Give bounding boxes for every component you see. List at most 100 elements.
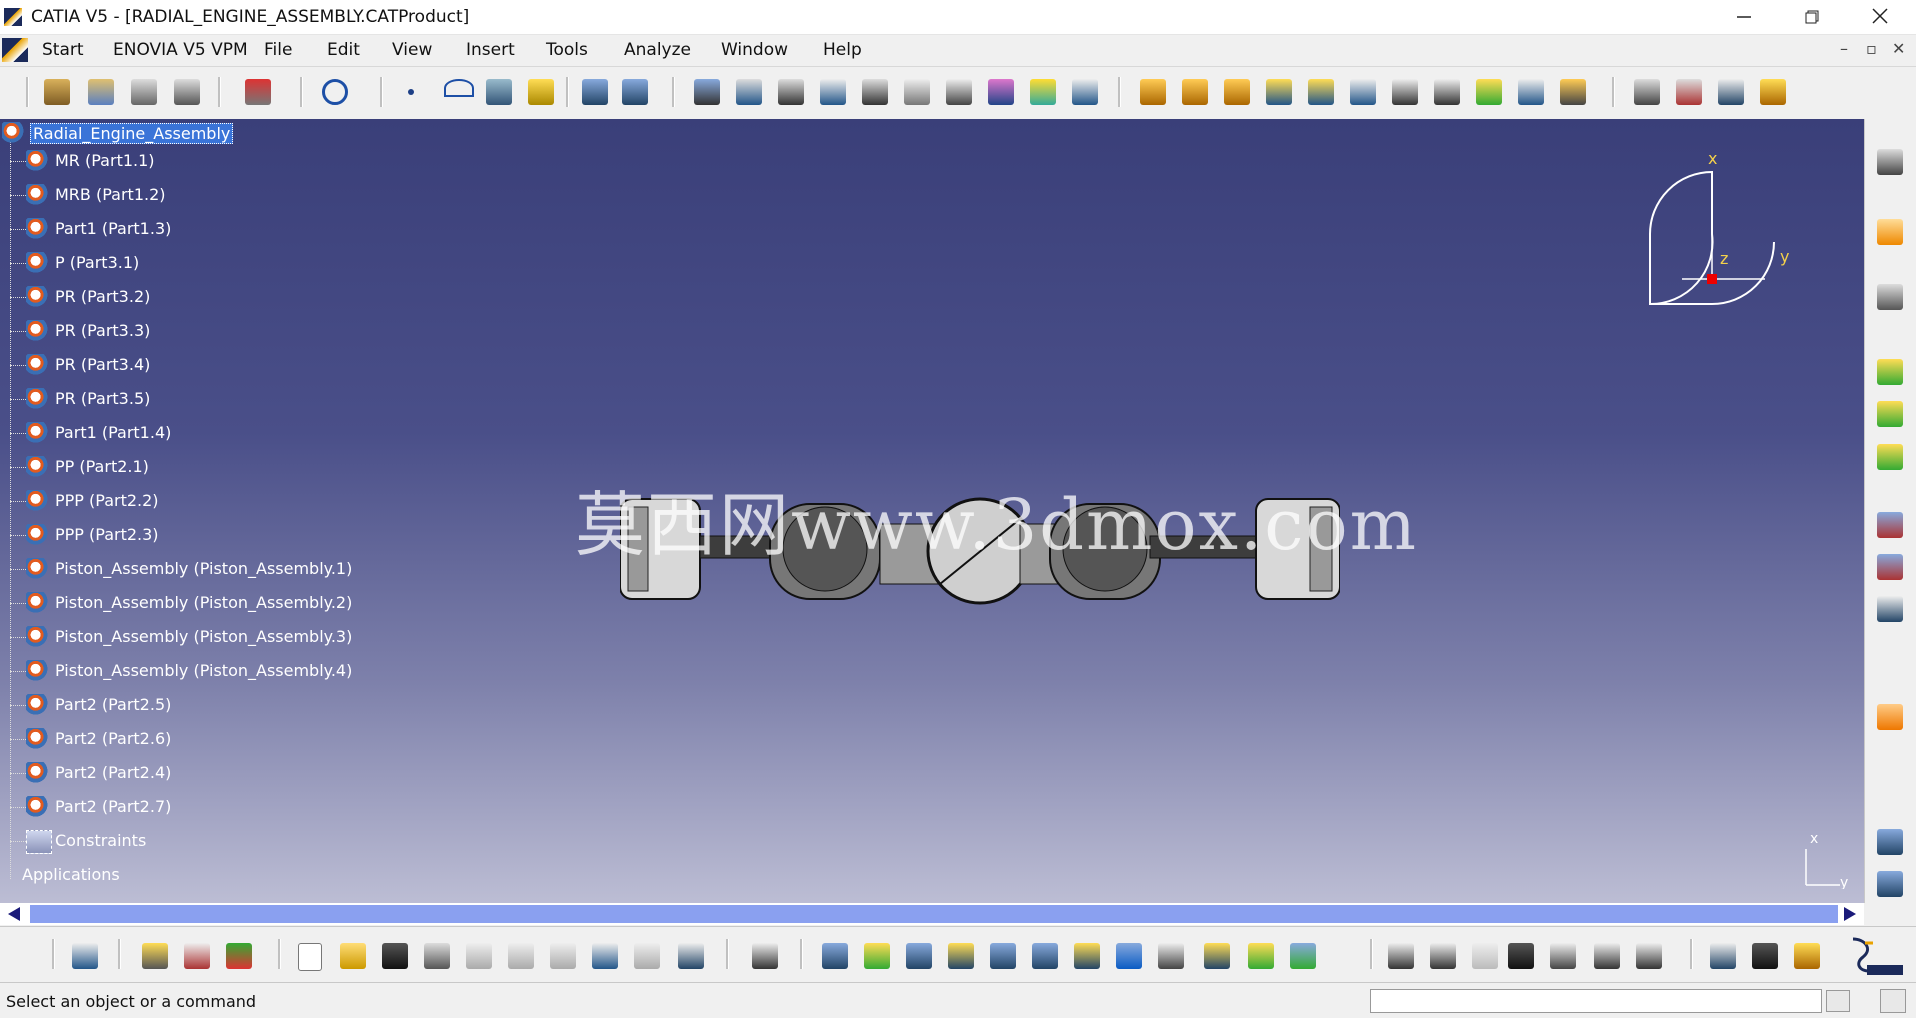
print-icon[interactable]	[424, 943, 450, 969]
update-icon[interactable]	[1030, 79, 1056, 105]
spiral-icon[interactable]	[322, 79, 348, 105]
measure-item-icon[interactable]	[1752, 943, 1778, 969]
menu-file[interactable]: File	[264, 40, 292, 60]
render-style-icon[interactable]	[1204, 943, 1230, 969]
offset-icon[interactable]	[820, 79, 846, 105]
menu-enovia[interactable]: ENOVIA V5 VPM	[113, 40, 248, 60]
clash-icon[interactable]	[1308, 79, 1334, 105]
gear-icon[interactable]	[142, 943, 168, 969]
mdi-minimize-icon[interactable]: –	[1840, 39, 1848, 58]
cut-icon[interactable]	[466, 943, 492, 969]
zoom-in-icon[interactable]	[990, 943, 1016, 969]
start-icon[interactable]	[2, 38, 28, 62]
copy-icon[interactable]	[508, 943, 534, 969]
product-structure-icon[interactable]	[1877, 512, 1903, 538]
explode-icon[interactable]	[1140, 79, 1166, 105]
menu-analyze[interactable]: Analyze	[624, 40, 691, 60]
fit-all-icon[interactable]	[1718, 79, 1744, 105]
distance-icon[interactable]	[1392, 79, 1418, 105]
light-icon[interactable]	[1877, 871, 1903, 897]
lightbulb-icon[interactable]	[1472, 943, 1498, 969]
comment-icon[interactable]	[1430, 943, 1456, 969]
isometric-view-icon[interactable]	[582, 79, 608, 105]
lock-icon[interactable]	[1594, 943, 1620, 969]
existing-positioning-icon[interactable]	[174, 79, 200, 105]
compass-icon[interactable]: x y z	[1630, 154, 1790, 314]
select-arrow-icon[interactable]	[1877, 219, 1903, 245]
fit-all-in-icon[interactable]	[864, 943, 890, 969]
plane-icon[interactable]	[528, 79, 554, 105]
wand-icon[interactable]	[1760, 79, 1786, 105]
multi-instantiation-icon[interactable]	[1877, 554, 1903, 580]
blocks-icon[interactable]	[226, 943, 252, 969]
sectioning-icon[interactable]	[1350, 79, 1376, 105]
rotate-icon[interactable]	[948, 943, 974, 969]
contact-icon[interactable]	[778, 79, 804, 105]
gears-icon[interactable]	[1877, 149, 1903, 175]
manipulation-icon[interactable]	[1182, 79, 1208, 105]
quick-constraint-icon[interactable]	[988, 79, 1014, 105]
normal-view-icon[interactable]	[1074, 943, 1100, 969]
equation-icon[interactable]	[1636, 943, 1662, 969]
menu-help[interactable]: Help	[823, 40, 862, 60]
zoom-out-icon[interactable]	[1032, 943, 1058, 969]
3d-viewport[interactable]: Radial_Engine_Assembly MR (Part1.1) MRB …	[0, 119, 1864, 903]
measure-icon[interactable]	[1710, 943, 1736, 969]
curve-icon[interactable]	[444, 79, 474, 97]
replace-component-icon[interactable]	[245, 79, 271, 105]
rule-icon[interactable]	[1877, 444, 1903, 470]
whats-this-icon[interactable]	[678, 943, 704, 969]
point-icon[interactable]	[408, 89, 414, 95]
restore-button[interactable]	[1784, 0, 1840, 34]
normal-view-icon[interactable]	[622, 79, 648, 105]
minimize-button[interactable]	[1716, 0, 1772, 34]
iso-view-icon[interactable]	[1158, 943, 1184, 969]
camera-icon[interactable]	[1877, 829, 1903, 855]
open-icon[interactable]	[340, 943, 366, 969]
formula-fx-icon[interactable]	[1388, 943, 1414, 969]
hide-show-icon[interactable]	[1248, 943, 1274, 969]
menu-window[interactable]: Window	[721, 40, 788, 60]
annotation-icon[interactable]	[1476, 79, 1502, 105]
fix-together-icon[interactable]	[946, 79, 972, 105]
tree-view-icon[interactable]	[1550, 943, 1576, 969]
pattern-icon[interactable]	[1877, 704, 1903, 730]
generate-numbering-icon[interactable]	[1877, 596, 1903, 622]
table-icon[interactable]	[1508, 943, 1534, 969]
command-input[interactable]	[1370, 989, 1822, 1013]
inertia-icon[interactable]	[1794, 943, 1820, 969]
hierarchy-icon[interactable]	[752, 943, 778, 969]
simulation-icon[interactable]	[1676, 79, 1702, 105]
scroll-track[interactable]	[30, 905, 1838, 923]
formula-icon[interactable]	[1877, 401, 1903, 427]
catalog-icon[interactable]	[1518, 79, 1544, 105]
smart-move-icon[interactable]	[1266, 79, 1292, 105]
scroll-left-icon[interactable]	[8, 907, 22, 921]
snap-icon[interactable]	[1224, 79, 1250, 105]
menu-tools[interactable]: Tools	[546, 40, 588, 60]
assembly-constraint-icon[interactable]	[694, 79, 720, 105]
horizontal-scrollbar[interactable]	[0, 903, 1864, 925]
product-icon[interactable]	[44, 79, 70, 105]
scroll-right-icon[interactable]	[1844, 907, 1858, 921]
mdi-close-icon[interactable]: ✕	[1892, 39, 1905, 58]
eraser-icon[interactable]	[72, 943, 98, 969]
reuse-pattern-icon[interactable]	[1072, 79, 1098, 105]
sphere-icon[interactable]	[184, 943, 210, 969]
existing-component-icon[interactable]	[131, 79, 157, 105]
new-icon[interactable]	[298, 943, 322, 971]
fly-mode-icon[interactable]	[822, 943, 848, 969]
undo-icon[interactable]	[592, 943, 618, 969]
catia-app-icon[interactable]	[4, 8, 22, 26]
menu-view[interactable]: View	[392, 40, 432, 60]
multi-view-icon[interactable]	[1116, 943, 1142, 969]
cursor-icon[interactable]	[1877, 284, 1903, 310]
paperclip-icon[interactable]	[904, 79, 930, 105]
anchor-icon[interactable]	[862, 79, 888, 105]
menu-start[interactable]: Start	[42, 40, 84, 60]
menu-insert[interactable]: Insert	[466, 40, 515, 60]
swap-space-icon[interactable]	[1290, 943, 1316, 969]
search-icon[interactable]	[1880, 989, 1906, 1013]
coincidence-icon[interactable]	[736, 79, 762, 105]
redo-icon[interactable]	[634, 943, 660, 969]
